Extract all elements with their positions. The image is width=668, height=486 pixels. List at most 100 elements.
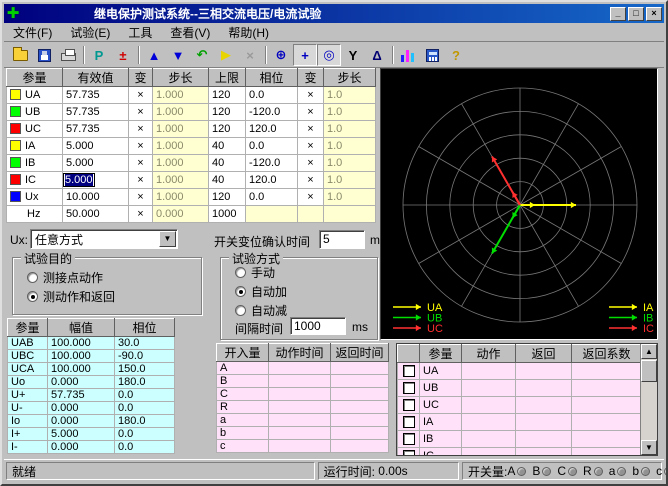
help-button[interactable]: ? bbox=[444, 44, 468, 66]
param-value-cell[interactable]: 5.000 bbox=[63, 155, 129, 172]
zoom-in-button[interactable]: ⊕ bbox=[269, 44, 293, 66]
phase-cell[interactable] bbox=[246, 206, 298, 223]
phase-cell[interactable]: 0.0 bbox=[246, 87, 298, 104]
scroll-down-icon[interactable]: ▼ bbox=[641, 440, 657, 455]
crosshair-view-button[interactable]: + bbox=[293, 44, 317, 66]
menu-item-文件(F)[interactable]: 文件(F) bbox=[4, 23, 61, 42]
step-amp-cell[interactable]: 1.000 bbox=[153, 87, 209, 104]
radio-option-自动加[interactable]: 自动加 bbox=[235, 283, 287, 300]
vary-phase-cell[interactable]: × bbox=[298, 172, 324, 189]
vary-phase-cell[interactable]: × bbox=[298, 189, 324, 206]
limit-cell[interactable]: 40 bbox=[209, 138, 246, 155]
param-value-cell[interactable]: 57.735 bbox=[63, 121, 129, 138]
checkbox-icon[interactable] bbox=[403, 416, 415, 428]
ux-mode-select[interactable]: 任意方式 ▼ bbox=[30, 229, 178, 249]
vary-amp-cell[interactable]: × bbox=[129, 172, 153, 189]
value-edit-input[interactable]: 5.000 bbox=[63, 173, 95, 187]
checkbox-cell[interactable] bbox=[398, 363, 420, 380]
calculator-button[interactable] bbox=[420, 44, 444, 66]
wye-connection-button[interactable]: Y bbox=[341, 44, 365, 66]
phase-cell[interactable]: 120.0 bbox=[246, 172, 298, 189]
save-button[interactable] bbox=[32, 44, 56, 66]
step-amp-cell[interactable]: 1.000 bbox=[153, 121, 209, 138]
vary-amp-cell[interactable]: × bbox=[129, 104, 153, 121]
print-button[interactable] bbox=[56, 44, 80, 66]
radio-option-自动减[interactable]: 自动减 bbox=[235, 302, 287, 319]
delta-connection-button[interactable]: Δ bbox=[365, 44, 389, 66]
vertical-scrollbar[interactable]: ▲ ▼ bbox=[640, 344, 657, 455]
step-phase-cell[interactable]: 1.0 bbox=[324, 87, 376, 104]
step-amp-cell[interactable]: 1.000 bbox=[153, 189, 209, 206]
checkbox-cell[interactable] bbox=[398, 448, 420, 457]
step-phase-cell[interactable] bbox=[324, 206, 376, 223]
checkbox-icon[interactable] bbox=[403, 399, 415, 411]
vary-amp-cell[interactable]: × bbox=[129, 206, 153, 223]
param-value-cell[interactable]: 5.000 bbox=[63, 138, 129, 155]
param-value-cell[interactable]: 50.000 bbox=[63, 206, 129, 223]
chevron-down-icon[interactable]: ▼ bbox=[159, 231, 176, 247]
phasor-toggle-button[interactable]: ± bbox=[111, 44, 135, 66]
minimize-button[interactable]: _ bbox=[610, 7, 626, 21]
vary-phase-cell[interactable]: × bbox=[298, 121, 324, 138]
limit-cell[interactable]: 120 bbox=[209, 104, 246, 121]
pause-p-button[interactable]: P bbox=[87, 44, 111, 66]
confirm-time-input[interactable]: 5 bbox=[319, 230, 365, 249]
scrollbar-thumb[interactable] bbox=[641, 360, 657, 382]
vary-amp-cell[interactable]: × bbox=[129, 121, 153, 138]
limit-cell[interactable]: 120 bbox=[209, 189, 246, 206]
step-up-button[interactable]: ▲ bbox=[142, 44, 166, 66]
step-phase-cell[interactable]: 1.0 bbox=[324, 172, 376, 189]
step-phase-cell[interactable]: 1.0 bbox=[324, 121, 376, 138]
limit-cell[interactable]: 40 bbox=[209, 155, 246, 172]
close-button[interactable]: × bbox=[646, 7, 662, 21]
step-phase-cell[interactable]: 1.0 bbox=[324, 155, 376, 172]
step-amp-cell[interactable]: 1.000 bbox=[153, 138, 209, 155]
menu-item-查看(V)[interactable]: 查看(V) bbox=[161, 23, 219, 42]
radio-option-测接点动作[interactable]: 测接点动作 bbox=[27, 269, 103, 286]
step-amp-cell[interactable]: 1.000 bbox=[153, 172, 209, 189]
step-phase-cell[interactable]: 1.0 bbox=[324, 189, 376, 206]
vary-phase-cell[interactable]: × bbox=[298, 155, 324, 172]
step-phase-cell[interactable]: 1.0 bbox=[324, 104, 376, 121]
checkbox-icon[interactable] bbox=[403, 433, 415, 445]
phase-cell[interactable]: 120.0 bbox=[246, 121, 298, 138]
radio-icon[interactable] bbox=[235, 286, 246, 297]
checkbox-cell[interactable] bbox=[398, 397, 420, 414]
vary-amp-cell[interactable]: × bbox=[129, 138, 153, 155]
open-button[interactable] bbox=[8, 44, 32, 66]
vary-phase-cell[interactable] bbox=[298, 206, 324, 223]
checkbox-icon[interactable] bbox=[403, 382, 415, 394]
param-value-cell[interactable]: 57.735 bbox=[63, 104, 129, 121]
vary-amp-cell[interactable]: × bbox=[129, 189, 153, 206]
limit-cell[interactable]: 120 bbox=[209, 121, 246, 138]
phase-cell[interactable]: -120.0 bbox=[246, 155, 298, 172]
menu-item-工具[interactable]: 工具 bbox=[119, 23, 161, 42]
step-down-button[interactable]: ▼ bbox=[166, 44, 190, 66]
undo-button[interactable]: ↶ bbox=[190, 44, 214, 66]
checkbox-icon[interactable] bbox=[403, 365, 415, 377]
limit-cell[interactable]: 1000 bbox=[209, 206, 246, 223]
radio-icon[interactable] bbox=[27, 272, 38, 283]
checkbox-cell[interactable] bbox=[398, 414, 420, 431]
radio-icon[interactable] bbox=[235, 267, 246, 278]
step-amp-cell[interactable]: 1.000 bbox=[153, 155, 209, 172]
phase-cell[interactable]: 0.0 bbox=[246, 189, 298, 206]
phase-cell[interactable]: -120.0 bbox=[246, 104, 298, 121]
vary-phase-cell[interactable]: × bbox=[298, 138, 324, 155]
radio-icon[interactable] bbox=[27, 291, 38, 302]
maximize-button[interactable]: □ bbox=[628, 7, 644, 21]
checkbox-icon[interactable] bbox=[403, 450, 415, 457]
radio-icon[interactable] bbox=[235, 305, 246, 316]
limit-cell[interactable]: 40 bbox=[209, 172, 246, 189]
checkbox-cell[interactable] bbox=[398, 431, 420, 448]
waveform-bars-button[interactable] bbox=[396, 44, 420, 66]
vary-amp-cell[interactable]: × bbox=[129, 155, 153, 172]
step-amp-cell[interactable]: 1.000 bbox=[153, 104, 209, 121]
param-value-cell[interactable]: 5.000 bbox=[63, 172, 129, 189]
menu-item-试验(E)[interactable]: 试验(E) bbox=[61, 23, 119, 42]
phase-cell[interactable]: 0.0 bbox=[246, 138, 298, 155]
coil-view-button[interactable]: ◎ bbox=[317, 44, 341, 66]
vary-amp-cell[interactable]: × bbox=[129, 87, 153, 104]
radio-option-测动作和返回[interactable]: 测动作和返回 bbox=[27, 288, 115, 305]
limit-cell[interactable]: 120 bbox=[209, 87, 246, 104]
